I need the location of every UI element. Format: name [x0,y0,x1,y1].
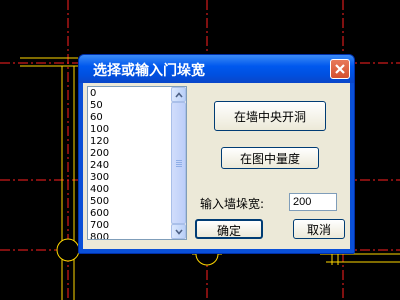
dialog-title: 选择或输入门垛宽 [93,63,205,79]
close-icon [335,64,345,74]
scroll-up-button[interactable] [171,87,186,102]
wall-width-label: 输入墙垛宽: [200,197,265,211]
cancel-button[interactable]: 取消 [293,219,345,239]
list-item[interactable]: 240 [90,160,170,172]
list-item[interactable]: 120 [90,136,170,148]
measure-in-drawing-button[interactable]: 在图中量度 [221,147,319,169]
list-item[interactable]: 600 [90,208,170,220]
list-item[interactable]: 400 [90,184,170,196]
list-scrollbar[interactable] [171,87,186,239]
list-item[interactable]: 200 [90,148,170,160]
list-item[interactable]: 0 [90,88,170,100]
dialog-titlebar[interactable]: 选择或输入门垛宽 [79,55,354,83]
list-item[interactable]: 60 [90,112,170,124]
chevron-up-icon [175,92,183,98]
width-listbox[interactable]: 0 50 60 100 120 200 240 300 400 500 600 … [87,86,187,240]
list-item[interactable]: 800 [90,232,170,239]
list-item[interactable]: 50 [90,100,170,112]
dialog-client-area: 0 50 60 100 120 200 240 300 400 500 600 … [83,83,350,249]
chevron-down-icon [175,229,183,235]
scroll-down-button[interactable] [171,224,186,239]
center-opening-button[interactable]: 在墙中央开洞 [214,101,326,131]
door-width-dialog: 选择或输入门垛宽 0 50 60 100 120 200 240 300 400… [78,54,355,254]
scroll-thumb[interactable] [171,102,186,224]
list-item[interactable]: 500 [90,196,170,208]
list-item[interactable]: 100 [90,124,170,136]
close-button[interactable] [330,59,350,79]
list-item[interactable]: 700 [90,220,170,232]
ok-button[interactable]: 确定 [195,219,263,239]
list-item[interactable]: 300 [90,172,170,184]
wall-width-input[interactable] [289,193,337,211]
